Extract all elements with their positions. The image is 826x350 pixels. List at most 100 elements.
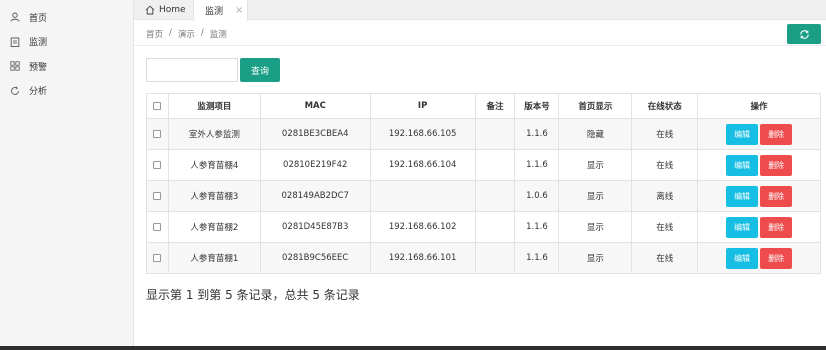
cell-name: 人参育苗棚2 <box>167 211 261 243</box>
delete-button[interactable]: 删除 <box>760 216 793 238</box>
column-header: 首页显示 <box>558 93 633 119</box>
edit-button[interactable]: 编辑 <box>726 123 759 145</box>
cell-mac: 0281BE3CBEA4 <box>259 118 371 150</box>
home-icon <box>145 5 155 15</box>
sidebar: 首页 监测 预警 分析 <box>0 0 134 346</box>
sidebar-item-label: 分析 <box>29 87 48 98</box>
cell-actions: 编辑 删除 <box>697 149 821 181</box>
tab-home[interactable]: Home <box>145 0 186 20</box>
table-row: 人参育苗棚4 02810E219F42 192.168.66.104 1.1.6… <box>146 149 821 181</box>
cell-home-display: 显示 <box>558 180 633 212</box>
breadcrumb-item-home[interactable]: 首页 <box>146 28 163 40</box>
cell-actions: 编辑 删除 <box>697 118 821 150</box>
refresh-icon <box>10 86 20 96</box>
cell-name: 人参育苗棚4 <box>167 149 261 181</box>
edit-button[interactable]: 编辑 <box>726 154 759 176</box>
breadcrumb-separator: / <box>200 28 204 38</box>
row-checkbox[interactable] <box>153 253 162 262</box>
close-icon[interactable]: × <box>235 5 243 16</box>
cell-note <box>474 149 516 181</box>
sidebar-item-label: 预警 <box>29 62 48 73</box>
cell-status: 在线 <box>631 242 699 274</box>
cell-ip: 192.168.66.104 <box>369 149 476 181</box>
table-row: 室外人参监测 0281BE3CBEA4 192.168.66.105 1.1.6… <box>146 118 821 150</box>
cell-version: 1.1.6 <box>514 242 560 274</box>
column-header: 操作 <box>697 93 821 119</box>
cell-note <box>474 242 516 274</box>
edit-button[interactable]: 编辑 <box>726 247 759 269</box>
column-header: 版本号 <box>514 93 560 119</box>
row-checkbox[interactable] <box>153 160 162 169</box>
cell-version: 1.0.6 <box>514 180 560 212</box>
select-all-cell <box>146 93 169 119</box>
cell-mac: 0281B9C56EEC <box>259 242 371 274</box>
cell-home-display: 隐藏 <box>558 118 633 150</box>
table-row: 人参育苗棚3 028149AB2DC7 1.0.6 显示 离线 编辑 删除 <box>146 180 821 212</box>
cell-status: 在线 <box>631 118 699 150</box>
cell-actions: 编辑 删除 <box>697 242 821 274</box>
device-table: 监测项目 MAC IP 备注 版本号 首页显示 在线状态 操作 室外人参监测 0… <box>146 93 821 274</box>
tab-label: 监测 <box>205 7 224 17</box>
search-input[interactable] <box>146 58 238 82</box>
row-checkbox[interactable] <box>153 191 162 200</box>
cell-note <box>474 211 516 243</box>
edit-button[interactable]: 编辑 <box>726 216 759 238</box>
cell-ip <box>369 180 476 212</box>
cell-home-display: 显示 <box>558 211 633 243</box>
cell-version: 1.1.6 <box>514 149 560 181</box>
breadcrumb-item-monitor: 监测 <box>209 30 227 40</box>
cell-name: 人参育苗棚3 <box>167 180 261 212</box>
pagination-info: 显示第 1 到第 5 条记录，总共 5 条记录 <box>146 288 360 302</box>
tab-bar: Home 监测 × <box>134 0 826 21</box>
sidebar-item-analysis[interactable]: 分析 <box>0 79 133 104</box>
grid-icon <box>10 61 20 71</box>
delete-button[interactable]: 删除 <box>760 185 793 207</box>
column-header: MAC <box>259 93 371 119</box>
sidebar-item-alert[interactable]: 预警 <box>0 54 133 79</box>
cell-ip: 192.168.66.105 <box>369 118 476 150</box>
cell-name: 室外人参监测 <box>167 118 261 150</box>
sidebar-item-label: 监测 <box>29 38 48 49</box>
sidebar-item-label: 首页 <box>29 13 48 24</box>
breadcrumb-separator: / <box>169 28 172 38</box>
column-header: 监测项目 <box>167 93 261 119</box>
delete-button[interactable]: 删除 <box>760 247 793 269</box>
row-checkbox[interactable] <box>153 129 162 138</box>
cell-note <box>474 180 516 212</box>
table-row: 人参育苗棚1 0281B9C56EEC 192.168.66.101 1.1.6… <box>146 242 821 274</box>
clipboard-icon <box>10 37 20 47</box>
cell-status: 在线 <box>631 149 699 181</box>
bottom-bar <box>0 346 826 350</box>
cell-note <box>474 118 516 150</box>
divider <box>134 45 826 46</box>
cell-version: 1.1.6 <box>514 211 560 243</box>
table-header-row: 监测项目 MAC IP 备注 版本号 首页显示 在线状态 操作 <box>146 93 821 119</box>
tab-label: Home <box>159 5 186 15</box>
sidebar-item-home[interactable]: 首页 <box>0 5 133 30</box>
column-header: 备注 <box>474 93 516 119</box>
refresh-icon <box>799 29 809 39</box>
cell-mac: 02810E219F42 <box>259 149 371 181</box>
cell-actions: 编辑 删除 <box>697 211 821 243</box>
cell-status: 在线 <box>631 211 699 243</box>
delete-button[interactable]: 删除 <box>760 123 793 145</box>
edit-button[interactable]: 编辑 <box>726 185 759 207</box>
breadcrumb: 首页 / 演示 / 监测 <box>146 28 227 40</box>
search-button[interactable]: 查询 <box>240 58 280 82</box>
breadcrumb-item-demo[interactable]: 演示 <box>178 28 195 40</box>
table-row: 人参育苗棚2 0281D45E87B3 192.168.66.102 1.1.6… <box>146 211 821 243</box>
cell-home-display: 显示 <box>558 242 633 274</box>
cell-home-display: 显示 <box>558 149 633 181</box>
sidebar-item-monitor[interactable]: 监测 <box>0 30 133 55</box>
refresh-button[interactable] <box>787 24 821 44</box>
row-checkbox[interactable] <box>153 222 162 231</box>
tab-monitor[interactable]: 监测 × <box>193 0 248 21</box>
cell-actions: 编辑 删除 <box>697 180 821 212</box>
column-header: 在线状态 <box>631 93 699 119</box>
select-all-checkbox[interactable] <box>153 101 162 110</box>
delete-button[interactable]: 删除 <box>760 154 793 176</box>
cell-name: 人参育苗棚1 <box>167 242 261 274</box>
cell-mac: 0281D45E87B3 <box>259 211 371 243</box>
cell-ip: 192.168.66.102 <box>369 211 476 243</box>
cell-version: 1.1.6 <box>514 118 560 150</box>
